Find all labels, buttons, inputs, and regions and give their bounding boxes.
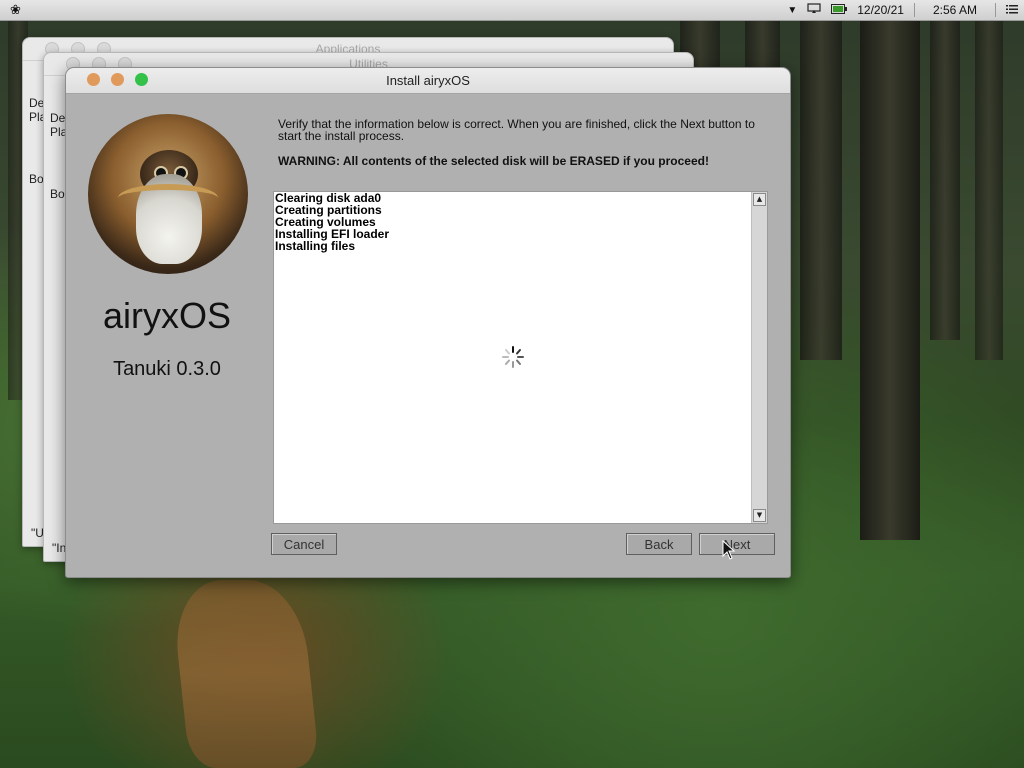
install-log[interactable]: Clearing disk ada0 Creating partitions C…: [273, 191, 768, 524]
product-version: Tanuki 0.3.0: [113, 358, 221, 380]
battery-icon[interactable]: [831, 3, 848, 17]
scroll-down-arrow-icon[interactable]: ▼: [753, 509, 766, 522]
instructions-text: Verify that the information below is cor…: [278, 117, 755, 143]
bg-sidebar-text: Bo: [29, 172, 44, 186]
next-button[interactable]: Next: [699, 533, 775, 555]
back-button[interactable]: Back: [626, 533, 692, 555]
close-button[interactable]: [87, 73, 100, 86]
display-icon[interactable]: [807, 3, 821, 17]
spinner-icon: [502, 346, 524, 368]
log-line: Installing files: [275, 239, 356, 253]
cancel-button[interactable]: Cancel: [271, 533, 337, 555]
forest-trunk: [930, 20, 960, 340]
menubar-clock[interactable]: 2:56 AM: [925, 3, 985, 17]
scroll-up-arrow-icon[interactable]: ▲: [753, 193, 766, 206]
tanuki-logo: [88, 114, 248, 274]
minimize-button[interactable]: [111, 73, 124, 86]
forest-trunk: [800, 20, 842, 360]
product-name: airyxOS: [102, 295, 232, 336]
installer-titlebar[interactable]: Install airyxOS: [66, 68, 790, 94]
bg-sidebar-text: Bo: [50, 187, 65, 201]
menubar-separator: [913, 3, 915, 17]
mouse-cursor-icon: [722, 540, 736, 560]
warning-text: WARNING: All contents of the selected di…: [278, 154, 709, 168]
airyx-leaf-icon[interactable]: ❀: [10, 2, 21, 18]
forest-path: [170, 580, 320, 768]
forest-trunk: [975, 20, 1003, 360]
menubar-separator: [995, 3, 996, 17]
forest-trunk: [860, 20, 920, 540]
log-lines: Clearing disk ada0 Creating partitions C…: [275, 192, 389, 252]
menubar: ❀ ▼ 12/20/21 2:56 AM: [0, 0, 1024, 21]
bg-status-text: "U: [31, 526, 44, 540]
dropdown-arrow-icon[interactable]: ▼: [787, 5, 797, 16]
menu-list-icon[interactable]: [1006, 3, 1018, 17]
installer-window[interactable]: Install airyxOS airyxOS Tanuki 0.3.0 Ver…: [65, 67, 791, 578]
bg-sidebar-text: De: [50, 111, 66, 125]
maximize-button[interactable]: [135, 73, 148, 86]
menubar-date[interactable]: 12/20/21: [857, 3, 904, 17]
window-title: Install airyxOS: [386, 73, 470, 88]
log-scrollbar[interactable]: ▲ ▼: [751, 192, 767, 523]
